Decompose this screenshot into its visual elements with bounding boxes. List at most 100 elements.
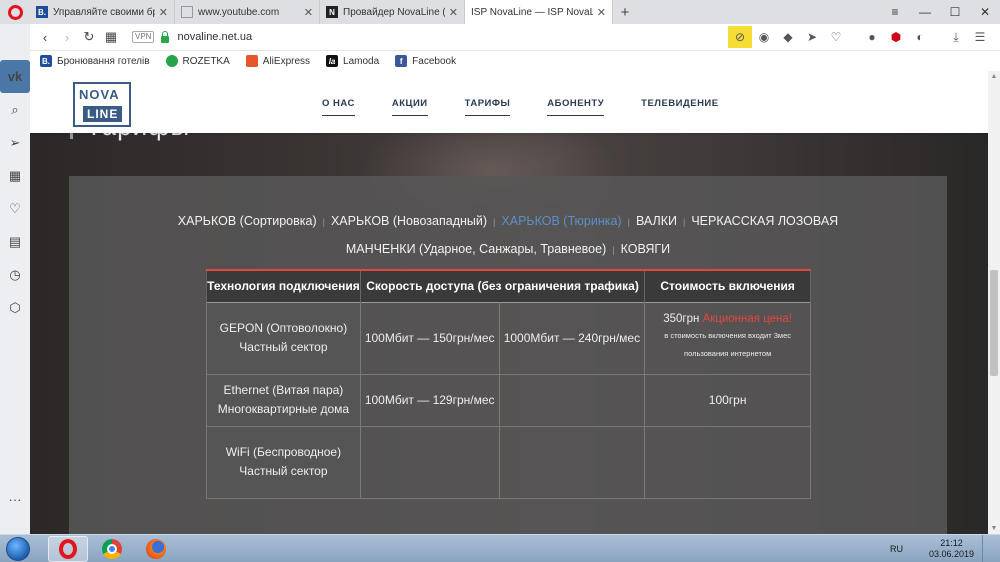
tab-close-icon[interactable]: ✕: [304, 6, 313, 19]
city-valki[interactable]: ВАЛКИ: [636, 214, 677, 228]
speed-cell: [498, 373, 646, 427]
city-separator: |: [627, 217, 630, 227]
tech-cell: Ethernet (Витая пара) Многоквартирные до…: [206, 373, 361, 427]
scroll-up-arrow-icon[interactable]: ▲: [988, 73, 1000, 80]
search-icon[interactable]: ⌕: [0, 93, 30, 126]
city-row-1: ХАРЬКОВ (Сортировка) | ХАРЬКОВ (Новозападн…: [69, 208, 947, 236]
speed-dial-icon[interactable]: ▦: [0, 159, 30, 192]
extension-icon[interactable]: ◆: [776, 30, 800, 44]
tech-cell: GEPON (Оптоволокно) Частный сектор: [206, 301, 361, 375]
column-header: Технология подключения: [206, 269, 361, 302]
reload-button[interactable]: ↻: [78, 29, 100, 45]
bookmark-rozetka[interactable]: ROZETKA: [165, 55, 230, 67]
column-header: Скорость доступа (без ограничения трафик…: [359, 269, 646, 302]
tab-novaline-opt[interactable]: N Провайдер NovaLine (опт ✕: [320, 0, 465, 24]
site-header: NOVA LINE О НАС АКЦИИ ТАРИФЫ АБОНЕНТУ ТЕ…: [30, 71, 988, 133]
bookmark-aliexpress[interactable]: AliExpress: [245, 55, 311, 67]
camera-icon[interactable]: ◉: [752, 30, 776, 44]
new-tab-button[interactable]: +: [613, 0, 637, 24]
price-note: в стоимость включения входит 3мес пользо…: [664, 331, 792, 358]
tab-title: Провайдер NovaLine (опт: [343, 6, 445, 18]
start-button[interactable]: [0, 535, 36, 562]
city-kovyagi[interactable]: КОВЯГИ: [621, 242, 671, 256]
adblock-icon[interactable]: ⊘: [728, 26, 752, 48]
novaline-logo[interactable]: NOVA LINE: [73, 82, 131, 127]
maximize-button[interactable]: ☐: [940, 5, 970, 19]
news-icon[interactable]: ▤: [0, 225, 30, 258]
speed-dial-icon[interactable]: ▦: [100, 29, 122, 45]
clock[interactable]: 21:12 03.06.2019: [929, 538, 974, 560]
taskbar-opera[interactable]: [48, 535, 88, 562]
send-icon[interactable]: ➢: [0, 126, 30, 159]
tab-booking[interactable]: B. Управляйте своими брон ✕: [30, 0, 175, 24]
minimize-button[interactable]: —: [910, 5, 940, 19]
city-separator: |: [682, 217, 686, 227]
extensions-cube-icon[interactable]: ⬡: [0, 291, 30, 324]
window-filter-icon[interactable]: ≡: [880, 5, 910, 19]
nav-subscribers[interactable]: АБОНЕНТУ: [547, 98, 605, 116]
heart-icon[interactable]: ♡: [0, 192, 30, 225]
city-cherkasskaya-lozovaya[interactable]: ЧЕРКАССКАЯ ЛОЗОВАЯ: [691, 214, 838, 228]
taskbar-chrome[interactable]: [92, 536, 132, 562]
tech-name: Ethernet (Витая пара): [223, 383, 344, 397]
abp-icon[interactable]: ⬢: [884, 30, 908, 44]
d-extension-icon[interactable]: ◐: [908, 30, 932, 44]
url-field[interactable]: novaline.net.ua: [177, 31, 252, 43]
back-button[interactable]: ‹: [34, 30, 56, 45]
send-icon[interactable]: ➤: [800, 30, 824, 44]
city-manchenki[interactable]: МАНЧЕНКИ (Ударное, Санжары, Травневое): [346, 242, 606, 256]
tech-cell: WiFi (Беспроводное) Частный сектор: [206, 425, 361, 499]
bookmark-lamoda[interactable]: la Lamoda: [326, 55, 379, 67]
windows-taskbar: RU 21:12 03.06.2019: [0, 534, 1000, 562]
city-kharkiv-turinka[interactable]: ХАРЬКОВ (Тюринка): [501, 214, 621, 228]
nav-television[interactable]: ТЕЛЕВИДЕНИЕ: [641, 98, 718, 116]
ghost-icon[interactable]: ●: [860, 30, 884, 44]
column-header: Стоимость включения: [644, 269, 811, 302]
opera-menu-button[interactable]: [0, 0, 30, 24]
speed-cell: 100Мбит — 150грн/мес: [359, 301, 500, 375]
price-value: 350грн: [663, 313, 700, 325]
firefox-icon: [146, 538, 166, 559]
page-favicon-icon: [181, 6, 193, 18]
city-kharkiv-novozapadny[interactable]: ХАРЬКОВ (Новозападный): [331, 214, 487, 228]
more-icon[interactable]: ···: [0, 483, 30, 516]
chrome-icon: [102, 538, 122, 559]
tab-title: www.youtube.com: [198, 6, 280, 18]
show-desktop-button[interactable]: [982, 534, 992, 562]
tab-close-icon[interactable]: ✕: [597, 6, 606, 19]
tech-sub: Частный сектор: [239, 464, 328, 478]
history-icon[interactable]: ◷: [0, 258, 30, 291]
heart-icon[interactable]: ♡: [824, 30, 848, 44]
tab-close-icon[interactable]: ✕: [449, 6, 458, 19]
city-kharkiv-sortirovka[interactable]: ХАРЬКОВ (Сортировка): [178, 214, 317, 228]
tariffs-panel: ХАРЬКОВ (Сортировка) | ХАРЬКОВ (Новозападн…: [69, 176, 947, 534]
taskbar-firefox[interactable]: [136, 536, 176, 562]
download-icon[interactable]: ⤓: [944, 30, 968, 45]
promo-label: Акционная цена!: [702, 313, 793, 325]
settings-menu-icon[interactable]: ☰: [968, 30, 992, 44]
close-window-button[interactable]: ✕: [970, 5, 1000, 19]
tab-youtube[interactable]: www.youtube.com ✕: [175, 0, 320, 24]
page-scrollbar[interactable]: ▲ ▼: [988, 71, 1000, 534]
forward-button[interactable]: ›: [56, 30, 78, 45]
language-indicator[interactable]: RU: [890, 544, 903, 554]
bookmark-label: Lamoda: [343, 55, 380, 67]
vpn-badge[interactable]: VPN: [132, 31, 155, 43]
vk-icon[interactable]: vk: [0, 60, 30, 93]
opera-icon: [59, 538, 77, 559]
tab-close-icon[interactable]: ✕: [159, 6, 168, 19]
bookmark-facebook[interactable]: f Facebook: [395, 55, 456, 67]
nav-tariffs[interactable]: ТАРИФЫ: [464, 98, 511, 116]
scroll-down-arrow-icon[interactable]: ▼: [988, 525, 1000, 532]
browser-sidebar: vk ⌕ ➢ ▦ ♡ ▤ ◷ ⬡ ···: [0, 24, 30, 534]
address-bar: ‹ › ↻ ▦ VPN novaline.net.ua ⊘ ◉ ◆ ➤ ♡ ● …: [0, 24, 1000, 51]
tab-isp-novaline[interactable]: ISP NovaLine — ISP NovaL ✕: [465, 0, 613, 24]
table-row: GEPON (Оптоволокно) Частный сектор 100Мб…: [206, 301, 811, 375]
secure-lock-icon[interactable]: [161, 30, 170, 43]
scrollbar-thumb[interactable]: [990, 270, 998, 376]
city-separator: |: [322, 217, 325, 227]
bookmark-booking[interactable]: B. Бронювання готелів: [40, 55, 150, 67]
nav-about[interactable]: О НАС: [322, 98, 355, 116]
bookmark-label: AliExpress: [262, 55, 311, 67]
nav-promotions[interactable]: АКЦИИ: [391, 98, 428, 116]
